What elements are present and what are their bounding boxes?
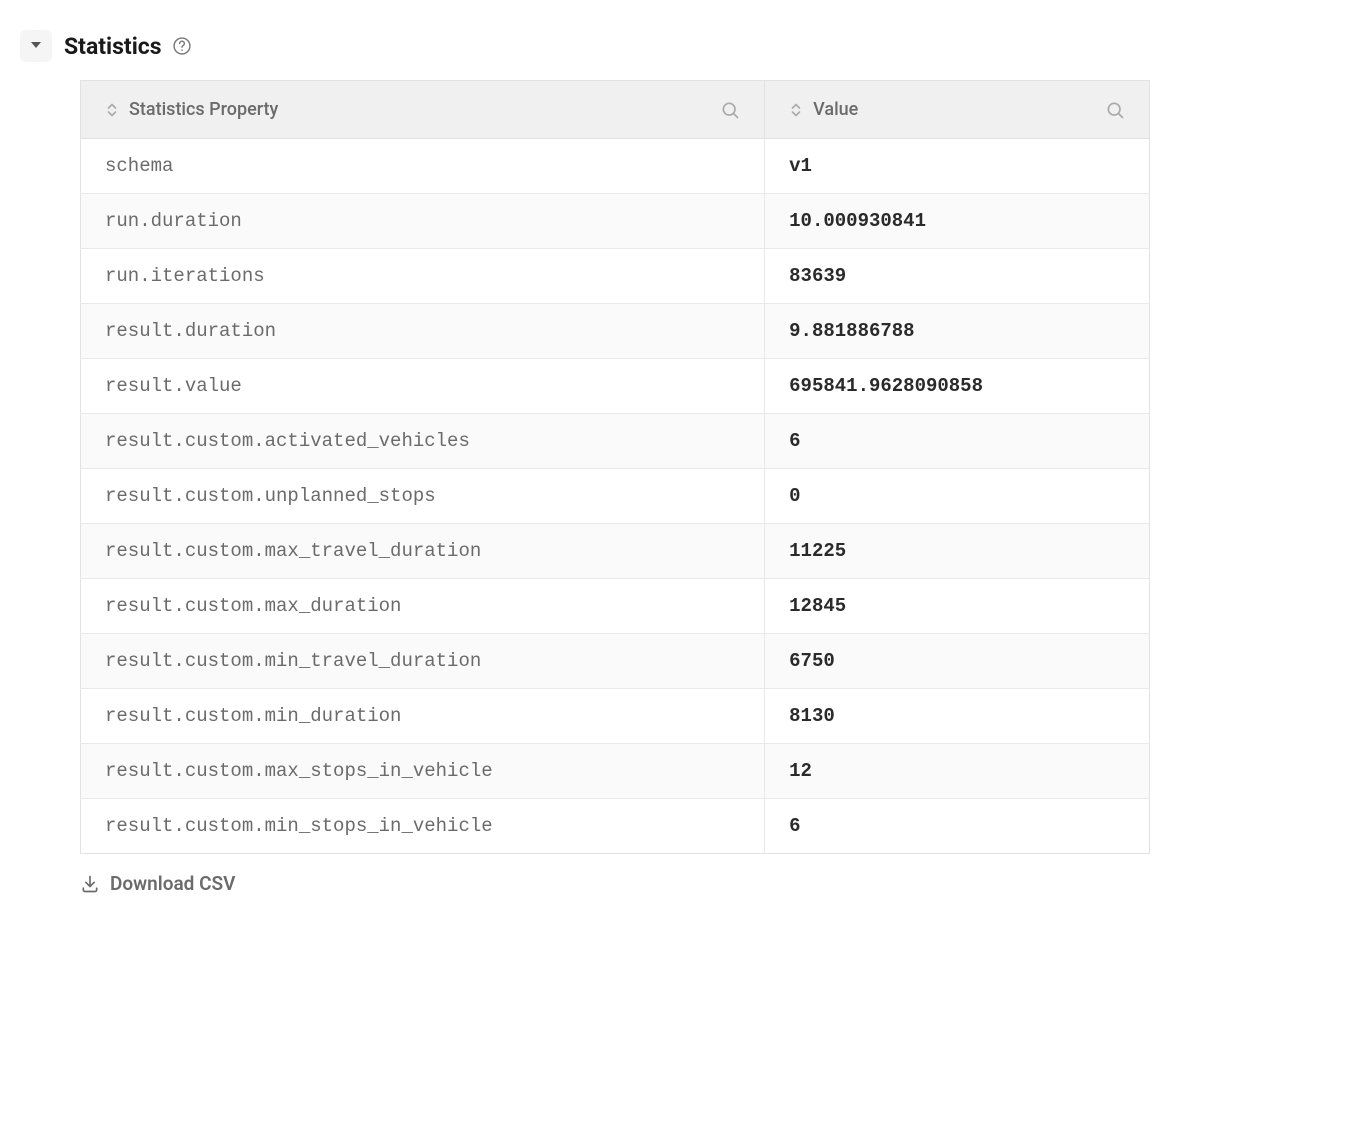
sort-icon[interactable] (105, 102, 119, 118)
table-row: result.custom.min_duration8130 (81, 689, 1150, 744)
property-cell: run.duration (81, 194, 765, 249)
table-row: result.value695841.9628090858 (81, 359, 1150, 414)
section-title: Statistics (64, 33, 162, 60)
property-cell: result.custom.max_stops_in_vehicle (81, 744, 765, 799)
download-csv-label: Download CSV (110, 872, 235, 895)
sort-icon[interactable] (789, 102, 803, 118)
value-cell: 83639 (765, 249, 1150, 304)
statistics-table: Statistics Property (80, 80, 1150, 854)
table-row: result.custom.max_stops_in_vehicle12 (81, 744, 1150, 799)
property-cell: result.duration (81, 304, 765, 359)
column-header-value-label: Value (813, 99, 858, 120)
value-cell: v1 (765, 139, 1150, 194)
value-cell: 9.881886788 (765, 304, 1150, 359)
value-cell: 0 (765, 469, 1150, 524)
property-cell: result.custom.unplanned_stops (81, 469, 765, 524)
section-header: Statistics (20, 30, 1150, 62)
value-cell: 695841.9628090858 (765, 359, 1150, 414)
property-cell: result.custom.min_stops_in_vehicle (81, 799, 765, 854)
search-icon[interactable] (1105, 100, 1125, 120)
download-csv-button[interactable]: Download CSV (80, 872, 235, 895)
column-header-property[interactable]: Statistics Property (81, 81, 765, 139)
table-row: result.custom.max_duration12845 (81, 579, 1150, 634)
property-cell: result.custom.max_travel_duration (81, 524, 765, 579)
column-header-value[interactable]: Value (765, 81, 1150, 139)
collapse-toggle[interactable] (20, 30, 52, 62)
table-row: result.custom.max_travel_duration11225 (81, 524, 1150, 579)
table-row: result.duration9.881886788 (81, 304, 1150, 359)
property-cell: result.custom.max_duration (81, 579, 765, 634)
section-title-group: Statistics (64, 33, 192, 60)
value-cell: 12845 (765, 579, 1150, 634)
value-cell: 6 (765, 414, 1150, 469)
table-row: result.custom.min_stops_in_vehicle6 (81, 799, 1150, 854)
download-icon (80, 874, 100, 894)
property-cell: result.custom.min_duration (81, 689, 765, 744)
table-row: result.custom.unplanned_stops0 (81, 469, 1150, 524)
property-cell: result.value (81, 359, 765, 414)
table-row: run.iterations83639 (81, 249, 1150, 304)
property-cell: schema (81, 139, 765, 194)
help-icon[interactable] (172, 36, 192, 56)
value-cell: 6 (765, 799, 1150, 854)
property-cell: result.custom.activated_vehicles (81, 414, 765, 469)
property-cell: result.custom.min_travel_duration (81, 634, 765, 689)
column-header-property-label: Statistics Property (129, 99, 278, 120)
value-cell: 10.000930841 (765, 194, 1150, 249)
value-cell: 6750 (765, 634, 1150, 689)
value-cell: 12 (765, 744, 1150, 799)
table-row: schemav1 (81, 139, 1150, 194)
value-cell: 8130 (765, 689, 1150, 744)
table-row: result.custom.activated_vehicles6 (81, 414, 1150, 469)
chevron-down-icon (30, 39, 42, 54)
value-cell: 11225 (765, 524, 1150, 579)
table-row: run.duration10.000930841 (81, 194, 1150, 249)
property-cell: run.iterations (81, 249, 765, 304)
search-icon[interactable] (720, 100, 740, 120)
table-header-row: Statistics Property (81, 81, 1150, 139)
table-row: result.custom.min_travel_duration6750 (81, 634, 1150, 689)
